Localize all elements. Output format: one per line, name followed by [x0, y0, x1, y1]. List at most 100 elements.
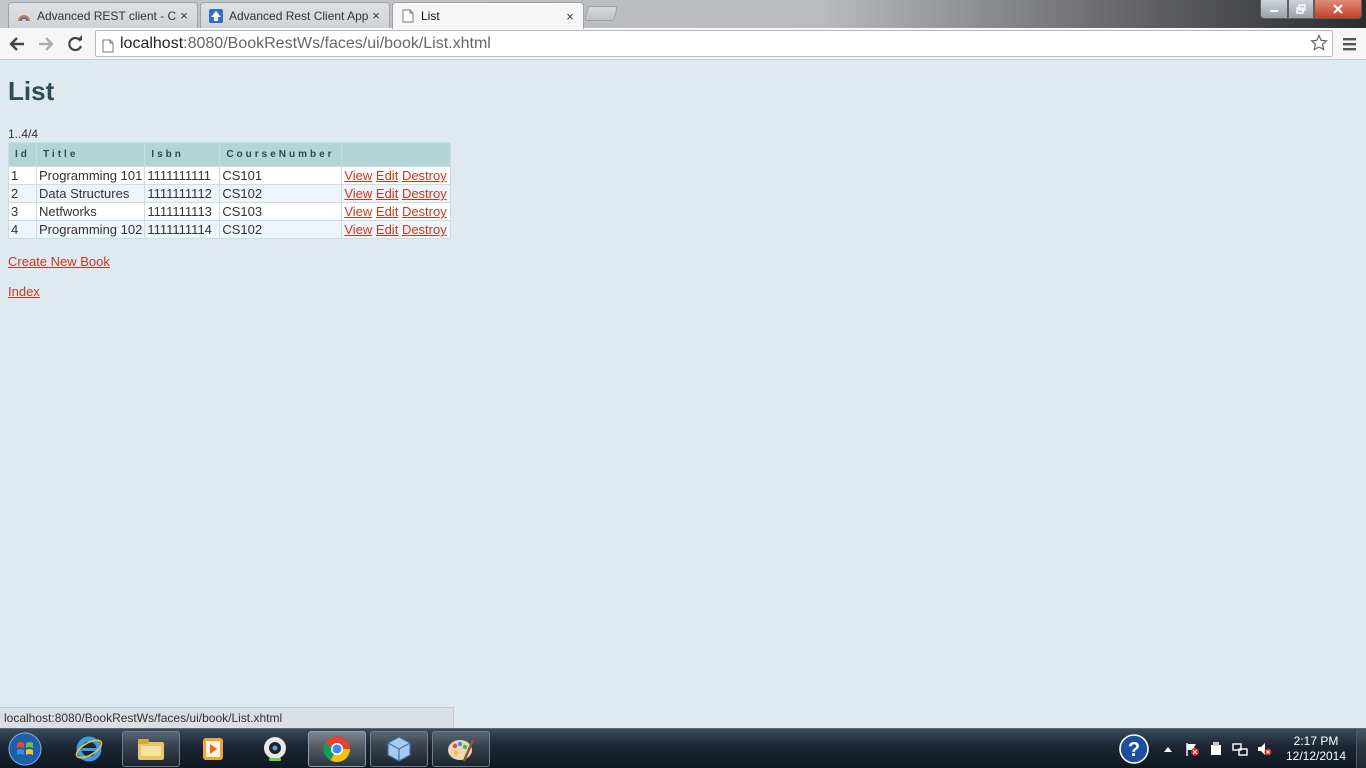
- url-path: :8080/BookRestWs/faces/ui/book/List.xhtm…: [183, 35, 491, 52]
- clock-time: 2:17 PM: [1293, 734, 1339, 748]
- table-row: 2 Data Structures 1111111112 CS102 View …: [8, 184, 452, 203]
- chevron-up-icon: [1164, 747, 1172, 752]
- address-bar[interactable]: localhost:8080/BookRestWs/faces/ui/book/…: [95, 30, 1333, 57]
- column-header-title: Title: [35, 142, 146, 167]
- view-link[interactable]: View: [344, 186, 372, 201]
- edit-link[interactable]: Edit: [376, 222, 398, 237]
- back-button[interactable]: [5, 32, 29, 56]
- cell-id: 4: [8, 220, 37, 239]
- table-header-row: Id Title Isbn CourseNumber: [8, 142, 452, 167]
- edit-link[interactable]: Edit: [376, 204, 398, 219]
- cell-actions: View Edit Destroy: [341, 202, 452, 221]
- tab-label: List: [421, 9, 440, 23]
- taskbar-webcam[interactable]: [246, 731, 304, 767]
- taskbar-paint[interactable]: [432, 731, 490, 767]
- cell-id: 2: [8, 184, 37, 203]
- minimize-icon: [1270, 10, 1278, 12]
- file-explorer-icon: [138, 739, 164, 760]
- webcam-icon: [264, 737, 286, 761]
- browser-toolbar: localhost:8080/BookRestWs/faces/ui/book/…: [0, 28, 1366, 60]
- windows-start-icon: [8, 732, 42, 766]
- network-icon[interactable]: [1232, 741, 1248, 757]
- destroy-link[interactable]: Destroy: [402, 168, 447, 183]
- tab-close-icon[interactable]: ×: [177, 8, 191, 23]
- reload-icon: [68, 35, 83, 52]
- internet-explorer-icon: [75, 736, 103, 762]
- tab-list[interactable]: List ×: [392, 2, 584, 29]
- edit-link[interactable]: Edit: [376, 168, 398, 183]
- view-link[interactable]: View: [344, 168, 372, 183]
- url-host: localhost: [120, 35, 184, 52]
- browser-titlebar: Advanced REST client - Ch × Advanced Res…: [0, 0, 1366, 29]
- cell-course: CS103: [219, 202, 343, 221]
- forward-arrow-icon: [39, 37, 54, 51]
- taskbar-virtualbox[interactable]: [370, 731, 428, 767]
- column-header-isbn: Isbn: [144, 142, 221, 167]
- taskbar-chrome[interactable]: [308, 731, 366, 767]
- minimize-button[interactable]: [1260, 0, 1288, 19]
- taskbar-file-explorer[interactable]: [122, 731, 180, 767]
- cell-id: 1: [8, 166, 37, 185]
- table-row: 4 Programming 102 1111111114 CS102 View …: [8, 220, 452, 239]
- tab-label: Advanced Rest Client App: [229, 8, 369, 23]
- system-clock[interactable]: 2:17 PM 12/12/2014: [1280, 734, 1352, 764]
- destroy-link[interactable]: Destroy: [402, 186, 447, 201]
- view-link[interactable]: View: [344, 222, 372, 237]
- cell-course: CS102: [219, 220, 343, 239]
- virtualbox-icon: [387, 736, 411, 762]
- create-new-book-link[interactable]: Create New Book: [8, 254, 110, 269]
- rest-client-icon: [17, 9, 31, 23]
- maximize-button[interactable]: [1288, 0, 1314, 19]
- restore-icon: [1296, 4, 1306, 14]
- cell-title: Programming 101: [35, 166, 146, 185]
- forward-button[interactable]: [34, 32, 58, 56]
- help-icon[interactable]: ?: [1119, 734, 1149, 764]
- action-center-flag-icon[interactable]: [1184, 741, 1200, 757]
- page-icon: [102, 36, 114, 61]
- show-hidden-icons-button[interactable]: [1160, 741, 1176, 757]
- show-desktop-button[interactable]: [1356, 729, 1366, 768]
- hamburger-menu-icon: [1343, 38, 1356, 51]
- start-button[interactable]: [5, 731, 45, 767]
- back-arrow-icon: [9, 37, 24, 51]
- cell-id: 3: [8, 202, 37, 221]
- up-arrow-app-icon: [209, 8, 223, 23]
- column-header-id: Id: [8, 142, 37, 167]
- status-url-bubble: localhost:8080/BookRestWs/faces/ui/book/…: [0, 707, 454, 728]
- tab-advanced-rest-client-app[interactable]: Advanced Rest Client App ×: [200, 2, 390, 28]
- index-link[interactable]: Index: [8, 284, 40, 299]
- cell-course: CS102: [219, 184, 343, 203]
- device-icon[interactable]: [1208, 741, 1224, 757]
- cell-title: Netfworks: [35, 202, 146, 221]
- taskbar-media-player[interactable]: [184, 731, 242, 767]
- chrome-icon: [323, 736, 351, 763]
- cell-isbn: 1111111114: [144, 220, 221, 239]
- view-link[interactable]: View: [344, 204, 372, 219]
- column-header-coursenumber: CourseNumber: [219, 142, 343, 167]
- cell-isbn: 1111111113: [144, 202, 221, 221]
- cell-actions: View Edit Destroy: [341, 184, 452, 203]
- cell-course: CS101: [219, 166, 343, 185]
- cell-isbn: 1111111111: [144, 166, 221, 185]
- reload-button[interactable]: [63, 32, 87, 56]
- column-header-actions: [341, 142, 452, 167]
- chrome-menu-button[interactable]: [1340, 34, 1360, 54]
- destroy-link[interactable]: Destroy: [402, 204, 447, 219]
- tab-close-icon[interactable]: ×: [369, 8, 383, 23]
- destroy-link[interactable]: Destroy: [402, 222, 447, 237]
- table-row: 3 Netfworks 1111111113 CS103 View Edit D…: [8, 202, 452, 221]
- tab-advanced-rest-client[interactable]: Advanced REST client - Ch ×: [8, 2, 198, 28]
- close-icon: [1333, 4, 1343, 14]
- media-player-icon: [203, 738, 223, 760]
- edit-link[interactable]: Edit: [376, 186, 398, 201]
- close-window-button[interactable]: [1314, 0, 1362, 19]
- volume-muted-icon[interactable]: [1256, 741, 1272, 757]
- book-table: Id Title Isbn CourseNumber 1 Programming…: [8, 142, 452, 239]
- svg-text:?: ?: [1128, 739, 1140, 761]
- new-tab-button[interactable]: [583, 6, 619, 21]
- tab-close-icon[interactable]: ×: [563, 9, 577, 24]
- bookmark-star-icon[interactable]: [1310, 34, 1328, 60]
- page-content: List 1..4/4 Id Title Isbn CourseNumber 1…: [0, 61, 1366, 728]
- taskbar-internet-explorer[interactable]: [60, 731, 118, 767]
- cell-actions: View Edit Destroy: [341, 220, 452, 239]
